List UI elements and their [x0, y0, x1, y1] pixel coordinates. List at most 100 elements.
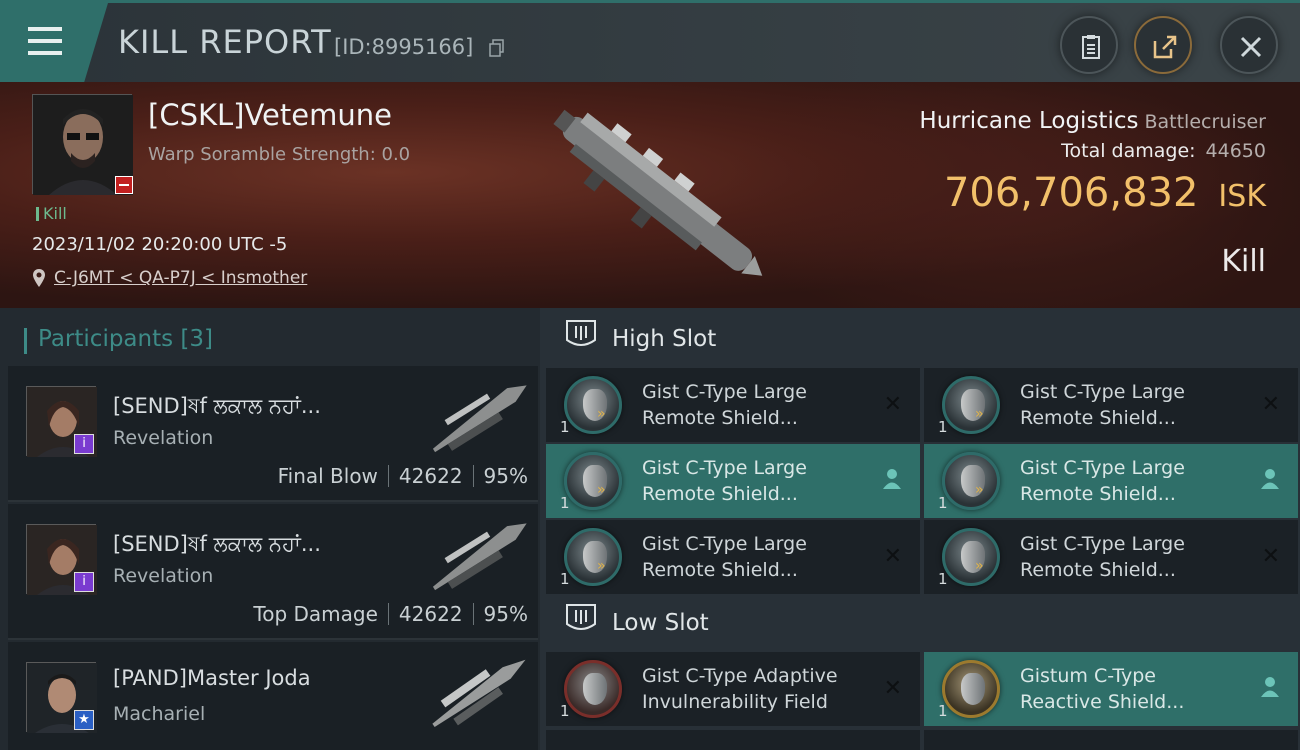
divider: [472, 465, 474, 487]
module-quantity: 1: [938, 418, 948, 436]
participant-stats: Top Damage 42622 95%: [253, 602, 528, 626]
divider: [472, 603, 474, 625]
module-name-line1: Gist C-Type Large: [1020, 457, 1185, 479]
participant-row[interactable]: i [SEND]ষf ਲਕਾਲ ਨਹਾਂ... Revelation Final…: [8, 366, 538, 502]
menu-icon-bar: [28, 39, 62, 43]
clipboard-icon: [1082, 35, 1100, 59]
cross-icon: ✕: [883, 544, 902, 569]
participants-count: [3]: [180, 326, 214, 352]
module-name: Gist C-Type Adaptive Invulnerability Fiel…: [642, 663, 838, 715]
total-damage-value: 44650: [1205, 140, 1266, 162]
divider: [387, 603, 389, 625]
module-name: Gist C-Type Large Remote Shield...: [642, 531, 807, 583]
module-item[interactable]: 1 Gist C-Type Adaptive Invulnerability Fi…: [546, 652, 920, 726]
kill-datetime: 2023/11/02 20:20:00 UTC -5: [32, 234, 288, 255]
chevron-icon: »: [975, 406, 984, 422]
isk-value: 706,706,832 ISK: [944, 170, 1266, 216]
person-icon: [1261, 469, 1279, 489]
cross-icon: ✕: [1261, 392, 1280, 417]
module-quantity: 1: [938, 702, 948, 720]
kill-summary: [CSKL]Vetemune Warp Soramble Strength: 0…: [0, 82, 1300, 308]
divider: [387, 465, 389, 487]
module-name: Gistum C-Type Reactive Shield...: [1020, 663, 1184, 715]
module-name: Gist C-Type Large Remote Shield...: [642, 455, 807, 507]
cross-icon: ✕: [883, 392, 902, 417]
standing-badge: [115, 176, 133, 194]
module-icon: »: [942, 528, 1000, 586]
module-name-line2: Remote Shield...: [1020, 559, 1176, 581]
module-name: Gist C-Type Large Remote Shield...: [642, 379, 807, 431]
close-icon: [1240, 36, 1262, 58]
module-name-line1: Gist C-Type Large: [642, 381, 807, 403]
module-quantity: 1: [560, 418, 570, 436]
module-icon: »: [564, 528, 622, 586]
participant-badge: i: [74, 572, 94, 592]
module-name-line2: Reactive Shield...: [1020, 691, 1185, 713]
copy-icon[interactable]: [489, 39, 505, 57]
person-icon: [883, 469, 901, 489]
participant-name: [PAND]Master Joda: [113, 666, 311, 690]
participant-percent: 95%: [483, 464, 528, 488]
share-icon: [1153, 35, 1177, 59]
person-icon: [1261, 677, 1279, 697]
module-icon: [942, 660, 1000, 718]
warp-scramble-strength: Warp Soramble Strength: 0.0: [148, 144, 411, 165]
menu-button[interactable]: [0, 3, 108, 82]
module-name-line2: Remote Shield...: [1020, 483, 1176, 505]
close-button[interactable]: [1220, 16, 1278, 74]
module-name-line2: Invulnerability Field: [642, 691, 828, 713]
participant-stats: Final Blow 42622 95%: [278, 464, 528, 488]
participant-name: [SEND]ষf ਲਕਾਲ ਨਹਾਂ...: [113, 394, 321, 418]
location-pin-icon: [33, 269, 45, 287]
isk-unit: ISK: [1218, 179, 1266, 214]
participant-damage: 42622: [398, 464, 463, 488]
module-item-partial[interactable]: [546, 730, 920, 750]
module-item-partial[interactable]: [924, 730, 1298, 750]
participant-row[interactable]: i [SEND]ষf ਲਕਾਲ ਨਹਾਂ... Revelation Top D…: [8, 504, 538, 640]
result-label: Kill: [1221, 244, 1266, 279]
chevron-icon: »: [975, 482, 984, 498]
participant-row[interactable]: ★ [PAND]Master Joda Machariel: [8, 642, 538, 750]
module-name-line2: Remote Shield...: [642, 559, 798, 581]
module-icon: [564, 660, 622, 718]
module-item[interactable]: » 1 Gist C-Type Large Remote Shield...: [546, 444, 920, 518]
module-quantity: 1: [560, 570, 570, 588]
module-item[interactable]: » 1 Gist C-Type Large Remote Shield... ✕: [924, 520, 1298, 594]
module-item[interactable]: 1 Gistum C-Type Reactive Shield...: [924, 652, 1298, 726]
clipboard-button[interactable]: [1060, 16, 1118, 74]
participant-ship-image: [432, 523, 527, 591]
location-link[interactable]: C-J6MT < QA-P7J < Insmother: [54, 268, 307, 288]
report-id: [ID:8995166]: [334, 35, 474, 59]
menu-icon: [28, 27, 62, 31]
chevron-icon: »: [975, 558, 984, 574]
participant-ship: Revelation: [113, 565, 214, 587]
module-item[interactable]: » 1 Gist C-Type Large Remote Shield... ✕: [924, 368, 1298, 442]
victim-name[interactable]: [CSKL]Vetemune: [148, 98, 392, 132]
ship-name: Hurricane Logistics: [919, 108, 1139, 134]
module-name-line1: Gist C-Type Adaptive: [642, 665, 838, 687]
victim-ship[interactable]: Hurricane Logistics Battlecruiser: [919, 108, 1266, 134]
module-quantity: 1: [938, 494, 948, 512]
menu-icon-bar: [28, 51, 62, 55]
chevron-icon: »: [597, 482, 606, 498]
module-item[interactable]: » 1 Gist C-Type Large Remote Shield...: [924, 444, 1298, 518]
participant-percent: 95%: [483, 602, 528, 626]
participants-label: Participants: [38, 326, 174, 352]
module-name: Gist C-Type Large Remote Shield...: [1020, 455, 1185, 507]
chevron-icon: »: [597, 406, 606, 422]
share-button[interactable]: [1134, 16, 1192, 74]
low-slot-label: Low Slot: [612, 610, 709, 636]
module-icon: »: [942, 452, 1000, 510]
module-name-line1: Gist C-Type Large: [1020, 381, 1185, 403]
page-title: KILL REPORT: [118, 23, 332, 61]
cross-icon: ✕: [1261, 544, 1280, 569]
total-damage-label: Total damage:: [1061, 140, 1196, 162]
module-name-line1: Gist C-Type Large: [642, 533, 807, 555]
module-name-line1: Gist C-Type Large: [1020, 533, 1185, 555]
module-item[interactable]: » 1 Gist C-Type Large Remote Shield... ✕: [546, 520, 920, 594]
module-quantity: 1: [560, 702, 570, 720]
module-name-line2: Remote Shield...: [1020, 407, 1176, 429]
isk-amount: 706,706,832: [943, 170, 1199, 216]
module-item[interactable]: » 1 Gist C-Type Large Remote Shield... ✕: [546, 368, 920, 442]
participant-ship: Revelation: [113, 427, 214, 449]
